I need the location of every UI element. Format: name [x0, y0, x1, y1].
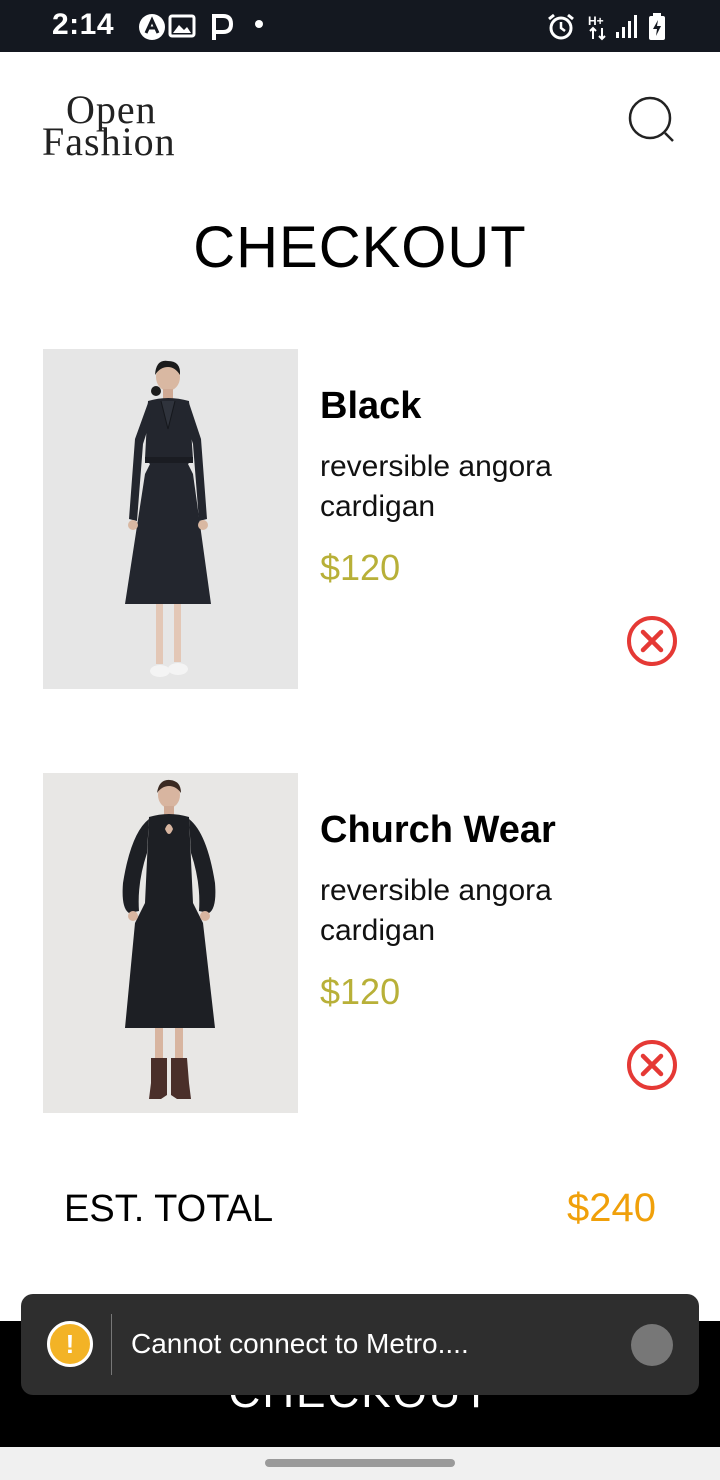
- battery-icon: [649, 13, 665, 40]
- product-name: Black: [320, 385, 422, 427]
- brand-logo[interactable]: Open Fashion: [42, 90, 217, 167]
- close-circle-icon: [627, 616, 677, 666]
- signal-icon: [616, 15, 637, 38]
- error-toast[interactable]: ! Cannot connect to Metro....: [21, 1294, 699, 1395]
- home-indicator[interactable]: [265, 1459, 455, 1467]
- toast-dismiss-button[interactable]: [631, 1324, 673, 1366]
- data-icon: H+: [588, 14, 606, 41]
- woman-black-midi-dress-photo: [43, 773, 298, 1113]
- woman-black-coat-dress-photo: [43, 349, 298, 689]
- logo-word-fashion: Fashion: [42, 119, 176, 164]
- remove-item-button[interactable]: [624, 613, 680, 669]
- product-price: $120: [320, 971, 401, 1012]
- status-time: 2:14: [52, 8, 115, 41]
- alarm-icon: [548, 13, 574, 40]
- product-image[interactable]: [43, 773, 298, 1113]
- product-price: $120: [320, 547, 401, 588]
- image-icon: [168, 14, 196, 38]
- product-name: Church Wear: [320, 809, 556, 851]
- product-description: reversible angora cardigan: [320, 874, 552, 947]
- page-title: CHECKOUT: [193, 215, 527, 280]
- toast-message: Cannot connect to Metro....: [131, 1328, 469, 1359]
- warning-icon: !: [47, 1321, 93, 1367]
- cart-item: Black reversible angora cardigan $120: [0, 349, 720, 689]
- search-button[interactable]: [622, 90, 682, 150]
- cart-item: Church Wear reversible angora cardigan $…: [0, 773, 720, 1113]
- svg-text:H+: H+: [588, 14, 604, 28]
- close-circle-icon: [627, 1040, 677, 1090]
- product-description: reversible angora cardigan: [320, 450, 552, 523]
- total-label: EST. TOTAL: [64, 1188, 274, 1230]
- system-nav-bar: [0, 1447, 720, 1480]
- search-icon: [628, 96, 674, 142]
- status-bar: 2:14 H+: [0, 0, 720, 52]
- product-image[interactable]: [43, 349, 298, 689]
- total-value: $240: [567, 1186, 656, 1230]
- p-icon: [212, 14, 234, 40]
- a-circle-icon: [139, 14, 165, 40]
- toast-divider: [111, 1314, 112, 1375]
- dot-icon: [255, 20, 263, 28]
- remove-item-button[interactable]: [624, 1037, 680, 1093]
